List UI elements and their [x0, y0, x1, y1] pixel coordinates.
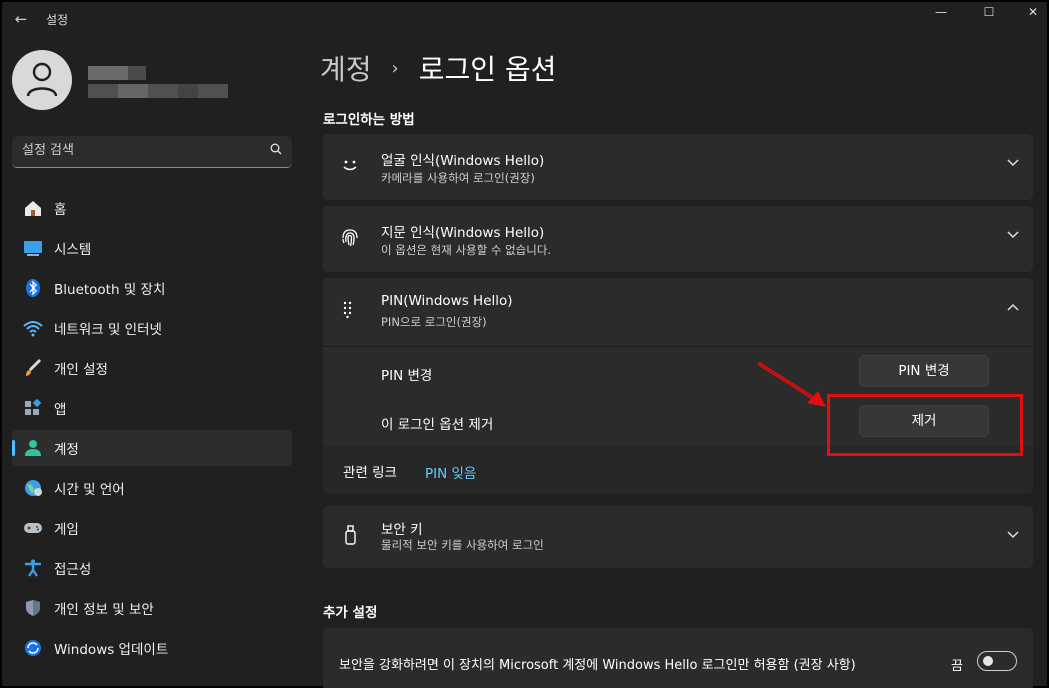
search-input[interactable]: [22, 143, 252, 158]
sidebar-item-label: 게임: [54, 522, 79, 538]
hello-only-toggle[interactable]: [977, 651, 1017, 671]
hello-only-label: 보안을 강화하려면 이 장치의 Microsoft 계정에 Windows He…: [339, 658, 856, 673]
home-icon: [23, 199, 43, 217]
fingerprint-icon: [339, 226, 361, 248]
sidebar-item-privacy[interactable]: 개인 정보 및 보안: [12, 590, 292, 626]
sidebar-item-label: Bluetooth 및 장치: [54, 282, 166, 298]
minimize-icon[interactable]: —: [917, 2, 965, 24]
maximize-icon[interactable]: ☐: [965, 2, 1013, 24]
pin-change-label: PIN 변경: [381, 368, 433, 384]
sidebar-item-label: 계정: [54, 442, 79, 458]
annotation-highlight-box: [827, 394, 1023, 456]
close-icon[interactable]: ✕: [1009, 2, 1049, 24]
sidebar-item-label: 시간 및 언어: [54, 482, 125, 498]
user-profile: [12, 50, 228, 110]
brush-icon: [23, 358, 43, 377]
sidebar-item-label: 네트워크 및 인터넷: [54, 322, 162, 338]
option-desc: PIN으로 로그인(권장): [381, 315, 487, 329]
sidebar-item-accounts[interactable]: 계정: [12, 430, 292, 466]
section-title-signin: 로그인하는 방법: [323, 112, 415, 128]
toggle-state-label: 끔: [951, 659, 963, 674]
sidebar-item-network[interactable]: 네트워크 및 인터넷: [12, 310, 292, 346]
usb-key-icon: [339, 524, 361, 546]
globe-icon: [23, 479, 43, 497]
toggle-knob: [983, 656, 993, 666]
chevron-up-icon[interactable]: [1007, 300, 1019, 314]
signin-option-pin[interactable]: PIN(Windows Hello) PIN으로 로그인(권장): [323, 278, 1033, 346]
section-title-additional: 추가 설정: [323, 605, 378, 621]
breadcrumb: 계정 › 로그인 옵션: [320, 48, 556, 88]
sidebar-item-label: 개인 설정: [54, 362, 108, 378]
face-icon: [339, 154, 361, 176]
sidebar-item-bluetooth[interactable]: Bluetooth 및 장치: [12, 270, 292, 306]
sidebar-item-label: 개인 정보 및 보안: [54, 602, 154, 618]
bluetooth-icon: [23, 279, 43, 297]
sidebar-item-label: Windows 업데이트: [54, 642, 169, 658]
chevron-down-icon[interactable]: [1007, 228, 1019, 242]
signin-option-security-key[interactable]: 보안 키 물리적 보안 키를 사용하여 로그인: [323, 506, 1033, 568]
option-desc: 카메라를 사용하여 로그인(권장): [381, 171, 535, 185]
sidebar-item-accessibility[interactable]: 접근성: [12, 550, 292, 586]
title-bar: ← 설정 — ☐ ✕: [2, 2, 1047, 36]
user-silhouette-icon: [26, 62, 58, 97]
option-desc: 이 옵션은 현재 사용할 수 없습니다.: [381, 243, 552, 257]
sidebar-item-label: 앱: [54, 402, 67, 418]
pin-change-button[interactable]: PIN 변경: [859, 355, 989, 387]
related-links-label: 관련 링크: [343, 465, 397, 481]
search-icon[interactable]: [270, 143, 282, 158]
chevron-right-icon: ›: [391, 57, 399, 79]
breadcrumb-parent[interactable]: 계정: [320, 48, 372, 88]
avatar[interactable]: [12, 50, 72, 110]
signin-option-face[interactable]: 얼굴 인식(Windows Hello) 카메라를 사용하여 로그인(권장): [323, 134, 1033, 200]
back-arrow-icon[interactable]: ←: [10, 8, 32, 30]
gamepad-icon: [23, 519, 43, 537]
option-title: 보안 키: [381, 522, 423, 538]
chevron-down-icon[interactable]: [1007, 528, 1019, 542]
sidebar-nav: 홈 시스템 Bluetooth 및 장치 네트워크 및 인터넷 개인 설정 앱: [12, 190, 292, 670]
wifi-icon: [23, 319, 43, 337]
account-icon: [23, 439, 43, 457]
shield-icon: [23, 599, 43, 617]
sidebar-item-personalization[interactable]: 개인 설정: [12, 350, 292, 386]
sidebar-item-home[interactable]: 홈: [12, 190, 292, 226]
pin-remove-label: 이 로그인 옵션 제거: [381, 417, 494, 433]
forgot-pin-link[interactable]: PIN 잊음: [425, 462, 476, 482]
apps-icon: [23, 398, 43, 417]
sidebar-item-label: 접근성: [54, 562, 92, 578]
hello-only-setting: 보안을 강화하려면 이 장치의 Microsoft 계정에 Windows He…: [323, 628, 1033, 688]
window-title: 설정: [46, 13, 69, 27]
option-title: 지문 인식(Windows Hello): [381, 225, 545, 241]
sidebar-item-label: 시스템: [54, 242, 92, 258]
sidebar-item-windows-update[interactable]: Windows 업데이트: [12, 630, 292, 666]
accessibility-icon: [23, 559, 43, 577]
sidebar-item-apps[interactable]: 앱: [12, 390, 292, 426]
page-title: 로그인 옵션: [418, 53, 557, 86]
blurred-user-name: [88, 60, 238, 104]
option-title: 얼굴 인식(Windows Hello): [381, 153, 545, 169]
sidebar-item-gaming[interactable]: 게임: [12, 510, 292, 546]
chevron-down-icon[interactable]: [1007, 156, 1019, 170]
sidebar-item-label: 홈: [54, 202, 67, 218]
settings-search[interactable]: [12, 136, 292, 168]
update-icon: [23, 639, 43, 657]
annotation-arrow-icon: [757, 361, 826, 407]
pin-keypad-icon: [339, 298, 361, 320]
signin-option-fingerprint[interactable]: 지문 인식(Windows Hello) 이 옵션은 현재 사용할 수 없습니다…: [323, 206, 1033, 272]
sidebar-item-time-language[interactable]: 시간 및 언어: [12, 470, 292, 506]
sidebar-item-system[interactable]: 시스템: [12, 230, 292, 266]
option-title: PIN(Windows Hello): [381, 293, 513, 309]
system-icon: [23, 239, 43, 257]
option-desc: 물리적 보안 키를 사용하여 로그인: [381, 538, 544, 552]
